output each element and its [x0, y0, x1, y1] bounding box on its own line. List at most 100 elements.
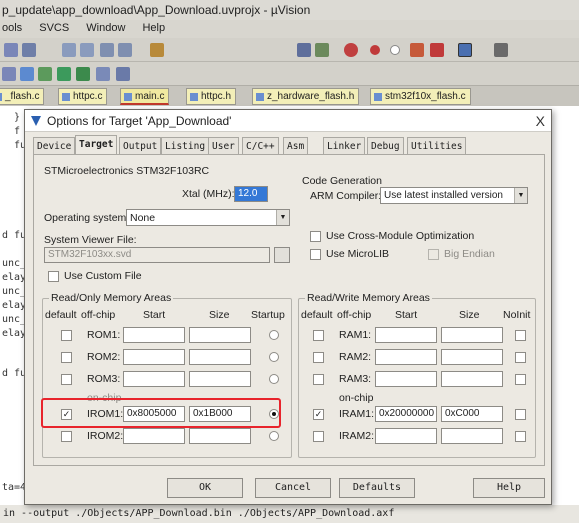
tab-listing[interactable]: Listing [161, 137, 210, 154]
microlib-checkbox[interactable] [310, 249, 321, 260]
outdent-icon[interactable] [80, 43, 94, 57]
menu-svcs[interactable]: SVCS [39, 22, 69, 34]
ram1-noinit-checkbox[interactable] [515, 330, 526, 341]
iram2-noinit-checkbox[interactable] [515, 431, 526, 442]
comment-icon[interactable] [100, 43, 114, 57]
ram3-start-field[interactable] [375, 371, 437, 387]
rom3-startup-radio[interactable] [269, 374, 279, 384]
tab-user[interactable]: User [208, 137, 239, 154]
wrench-icon[interactable] [494, 43, 508, 57]
insert-icon[interactable] [297, 43, 311, 57]
rom2-default-checkbox[interactable] [61, 352, 72, 363]
help-button[interactable]: Help [473, 478, 545, 498]
xtal-label: Xtal (MHz): [182, 188, 235, 200]
compiler-select[interactable]: Use latest installed version ▼ [380, 187, 528, 204]
iram1-noinit-checkbox[interactable] [515, 409, 526, 420]
load-icon[interactable] [57, 67, 71, 81]
rom2-size-field[interactable] [189, 349, 251, 365]
reset-icon[interactable] [430, 43, 444, 57]
ram2-size-field[interactable] [441, 349, 503, 365]
dialog-title-bar[interactable]: Options for Target 'App_Download' X [25, 110, 551, 132]
ram3-default-checkbox[interactable] [313, 374, 324, 385]
rom3-start-field[interactable] [123, 371, 185, 387]
cancel-button[interactable]: Cancel [255, 478, 331, 498]
browse-icon[interactable] [315, 43, 329, 57]
big-endian-checkbox[interactable] [428, 249, 439, 260]
tab-httpc-h[interactable]: httpc.h [186, 88, 237, 105]
tab-debug[interactable]: Debug [367, 137, 404, 154]
tab-hardware-flash-h[interactable]: z_hardware_flash.h [252, 88, 360, 105]
svd-field[interactable]: STM32F103xx.svd [44, 247, 270, 263]
tab-linker[interactable]: Linker [323, 137, 366, 154]
tab-output[interactable]: Output [119, 137, 162, 154]
menu-tools[interactable]: ools [2, 22, 22, 34]
code-gen-title: Code Generation [302, 175, 382, 187]
indent-icon[interactable] [62, 43, 76, 57]
tab-utilities[interactable]: Utilities [407, 137, 467, 154]
tab-main-c[interactable]: main.c [120, 88, 170, 105]
select-packs-icon[interactable] [116, 67, 130, 81]
rom1-startup-radio[interactable] [269, 330, 279, 340]
rom1-default-checkbox[interactable] [61, 330, 72, 341]
ram2-default-checkbox[interactable] [313, 352, 324, 363]
cross-module-checkbox[interactable] [310, 231, 321, 242]
menu-window[interactable]: Window [86, 22, 125, 34]
xtal-field[interactable]: 12.0 [234, 186, 268, 202]
irom2-start-field[interactable] [123, 428, 185, 444]
rom3-default-checkbox[interactable] [61, 374, 72, 385]
tab-c-cpp[interactable]: C/C++ [242, 137, 279, 154]
iram1-start-field[interactable]: 0x20000000 [375, 406, 437, 422]
ram3-size-field[interactable] [441, 371, 503, 387]
find-in-files-icon[interactable] [150, 43, 164, 57]
close-icon[interactable]: X [536, 113, 545, 129]
ok-button[interactable]: OK [167, 478, 243, 498]
rom2-start-field[interactable] [123, 349, 185, 365]
tab-asm[interactable]: Asm [283, 137, 309, 154]
iram2-start-field[interactable] [375, 428, 437, 444]
debug-icon[interactable] [344, 43, 358, 57]
code-line: ta=4 [2, 482, 27, 493]
ram2-start-field[interactable] [375, 349, 437, 365]
copy-icon[interactable] [22, 43, 36, 57]
tab-target[interactable]: Target [75, 135, 118, 155]
rom1-size-field[interactable] [189, 327, 251, 343]
uncomment-icon[interactable] [118, 43, 132, 57]
rebuild-icon[interactable] [20, 67, 34, 81]
options-icon[interactable] [76, 67, 90, 81]
iram2-size-field[interactable] [441, 428, 503, 444]
os-select[interactable]: None ▼ [126, 209, 290, 226]
rom1-start-field[interactable] [123, 327, 185, 343]
ide-menubar: ools SVCS Window Help [0, 20, 579, 38]
cut-icon[interactable] [4, 43, 18, 57]
ram1-size-field[interactable] [441, 327, 503, 343]
iram1-default-checkbox[interactable]: ✓ [313, 409, 324, 420]
ram2-noinit-checkbox[interactable] [515, 352, 526, 363]
iram1-size-field[interactable]: 0xC000 [441, 406, 503, 422]
breakpoint-icon[interactable] [370, 45, 380, 55]
irom2-default-checkbox[interactable] [61, 431, 72, 442]
rom2-startup-radio[interactable] [269, 352, 279, 362]
kill-breakpoints-icon[interactable] [410, 43, 424, 57]
rom2-label: ROM2: [87, 351, 121, 363]
manage-components-icon[interactable] [96, 67, 110, 81]
tab-flash-c[interactable]: _flash.c [0, 88, 45, 105]
batch-build-icon[interactable] [38, 67, 52, 81]
rom3-size-field[interactable] [189, 371, 251, 387]
code-line: elay [2, 272, 27, 283]
build-icon[interactable] [2, 67, 16, 81]
irom2-size-field[interactable] [189, 428, 251, 444]
tab-httpc-c[interactable]: httpc.c [58, 88, 108, 105]
browse-button[interactable] [274, 247, 290, 263]
window-layout-icon[interactable] [458, 43, 472, 57]
ram3-noinit-checkbox[interactable] [515, 374, 526, 385]
ram1-start-field[interactable] [375, 327, 437, 343]
irom2-startup-radio[interactable] [269, 431, 279, 441]
tab-stm32f10x-flash-c[interactable]: stm32f10x_flash.c [370, 88, 471, 105]
custom-file-checkbox[interactable] [48, 271, 59, 282]
menu-help[interactable]: Help [142, 22, 165, 34]
defaults-button[interactable]: Defaults [339, 478, 415, 498]
ram1-default-checkbox[interactable] [313, 330, 324, 341]
tab-device[interactable]: Device [33, 137, 76, 154]
iram2-default-checkbox[interactable] [313, 431, 324, 442]
breakpoint-disabled-icon[interactable] [390, 45, 400, 55]
